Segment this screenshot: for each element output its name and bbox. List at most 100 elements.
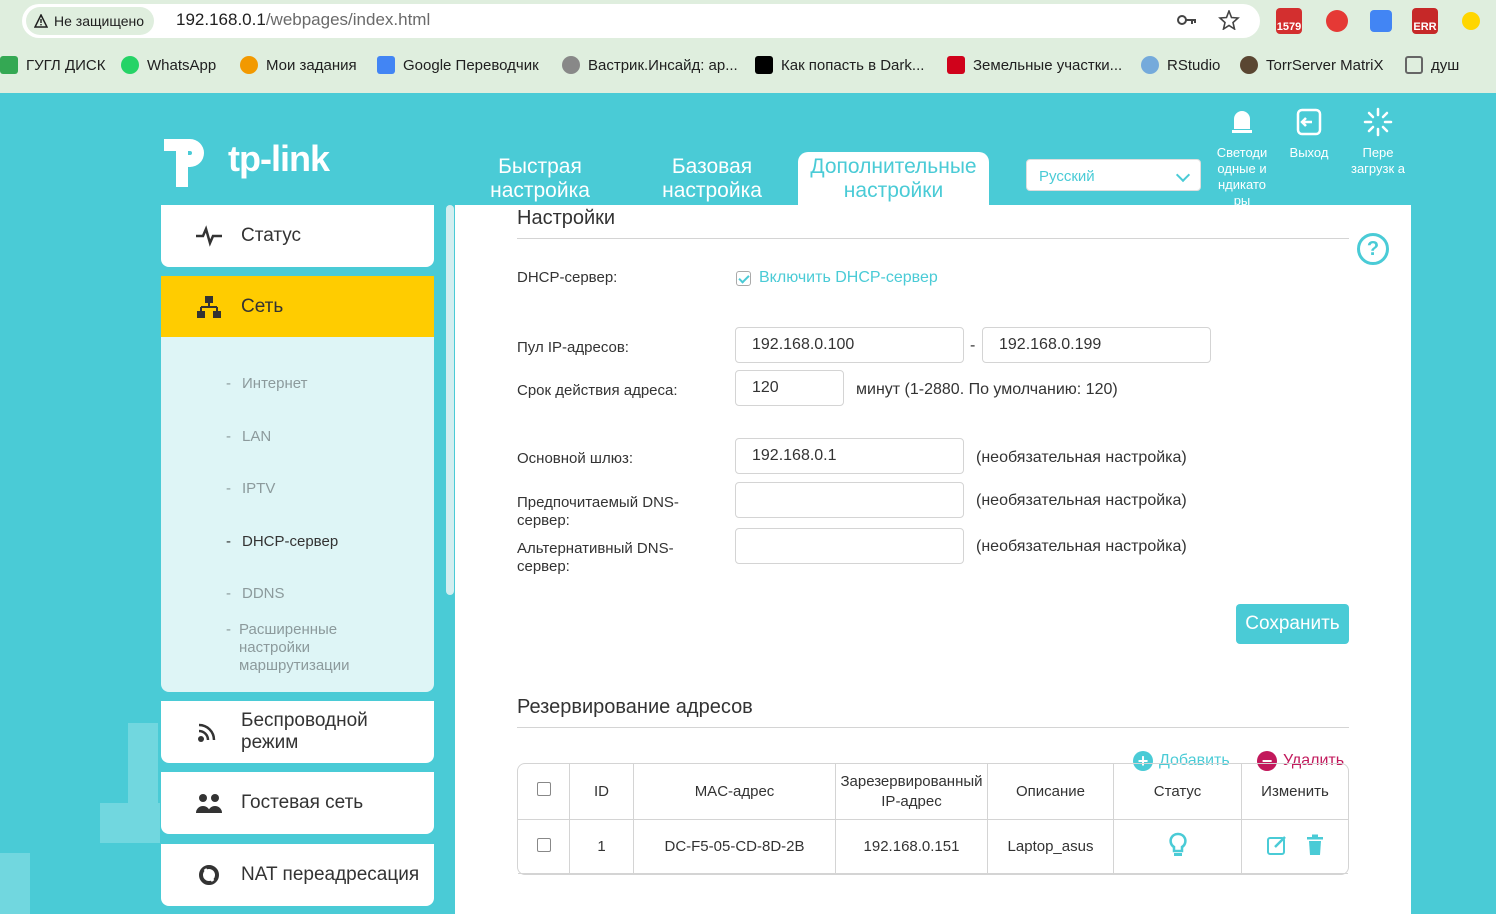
- dns2-hint: (необязательная настройка): [976, 538, 1187, 555]
- dns2-input[interactable]: [735, 528, 964, 564]
- router-page: tp-link Быстрая настройка Базовая настро…: [0, 93, 1496, 914]
- bg-decoration: [0, 853, 30, 914]
- dhcp-checkbox[interactable]: Включить DHCP-сервер: [736, 269, 938, 287]
- row-checkbox-cell[interactable]: [518, 820, 570, 874]
- security-label: Не защищено: [54, 13, 144, 29]
- lease-label: Срок действия адреса:: [517, 382, 678, 399]
- bookmark-item[interactable]: Мои задания: [240, 56, 357, 74]
- yellow-ext-icon[interactable]: [1462, 12, 1480, 30]
- bookmark-item[interactable]: RStudio: [1141, 56, 1220, 74]
- bg-decoration: [100, 803, 160, 843]
- save-button[interactable]: Сохранить: [1236, 604, 1349, 644]
- settings-title: Настройки: [517, 207, 616, 229]
- cell-edit: [1242, 820, 1348, 874]
- gateway-label: Основной шлюз:: [517, 450, 634, 467]
- sidebar-item-nat[interactable]: NAT переадресация: [161, 844, 434, 906]
- status-bulb-icon[interactable]: [1168, 832, 1188, 858]
- lease-input[interactable]: 120: [735, 370, 844, 406]
- folder-icon: [1405, 56, 1423, 74]
- table-row: 1 DC-F5-05-CD-8D-2B 192.168.0.151 Laptop…: [518, 820, 1348, 874]
- sidebar-item-internet[interactable]: - Интернет: [226, 375, 307, 393]
- browser-chrome: Не защищено 192.168.0.1/webpages/index.h…: [0, 0, 1496, 93]
- bookmark-item[interactable]: Вастрик.Инсайд: ар...: [562, 56, 738, 74]
- cell-status[interactable]: [1114, 820, 1242, 874]
- lease-hint: минут (1-2880. По умолчанию: 120): [856, 381, 1118, 398]
- dhcp-label: DHCP-сервер:: [517, 269, 618, 286]
- reservation-table: ID MAC-адрес Зарезервированный IP-адрес …: [517, 763, 1349, 875]
- reboot-button[interactable]: Пере загрузк а: [1350, 107, 1406, 177]
- logout-button[interactable]: Выход: [1284, 107, 1334, 161]
- language-select[interactable]: Русский: [1026, 159, 1201, 191]
- sidebar-item-iptv[interactable]: - IPTV: [226, 480, 275, 498]
- tab-basic[interactable]: Базовая настройка: [652, 155, 772, 205]
- tplink-logo-icon: [164, 139, 204, 187]
- col-status: Статус: [1114, 764, 1242, 820]
- pool-label: Пул IP-адресов:: [517, 339, 629, 356]
- gateway-input[interactable]: 192.168.0.1: [735, 438, 964, 474]
- help-icon[interactable]: ?: [1357, 233, 1389, 265]
- translate-ext-icon[interactable]: [1370, 10, 1392, 32]
- bookmark-item[interactable]: Google Переводчик: [377, 56, 539, 74]
- pulse-icon: [196, 225, 222, 247]
- cell-mac: DC-F5-05-CD-8D-2B: [634, 820, 836, 874]
- cell-ip: 192.168.0.151: [836, 820, 988, 874]
- bookmark-item[interactable]: TorrServer MatriX: [1240, 56, 1384, 74]
- bookmark-item[interactable]: душ: [1405, 56, 1459, 74]
- url-text[interactable]: 192.168.0.1/webpages/index.html: [176, 10, 430, 30]
- calendar-ext-icon[interactable]: 1579: [1276, 8, 1302, 34]
- url-path: /webpages/index.html: [265, 10, 431, 29]
- sidebar-item-lan[interactable]: - LAN: [226, 428, 271, 446]
- main-panel: Настройки ? DHCP-сервер: Включить DHCP-с…: [455, 205, 1411, 914]
- sidebar-item-dhcp[interactable]: - DHCP-сервер: [226, 533, 338, 551]
- star-icon[interactable]: [1218, 10, 1240, 30]
- sidebar-item-routing[interactable]: - Расширенные настройки маршрутизации: [226, 621, 376, 675]
- adblock-ext-icon[interactable]: [1326, 10, 1348, 32]
- select-all-checkbox[interactable]: [536, 781, 551, 796]
- whatsapp-icon: [121, 56, 139, 74]
- cell-id: 1: [570, 820, 634, 874]
- bulb-icon: [1232, 111, 1252, 133]
- row-checkbox[interactable]: [536, 837, 551, 852]
- divider: [517, 238, 1349, 239]
- dns1-input[interactable]: [735, 482, 964, 518]
- col-ip: Зарезервированный IP-адрес: [836, 764, 988, 820]
- ext-badge-1579: 1579: [1276, 21, 1302, 33]
- key-icon[interactable]: [1176, 10, 1198, 30]
- bookmark-item[interactable]: Земельные участки...: [947, 56, 1122, 74]
- warning-icon: [33, 13, 49, 28]
- x-icon: [755, 56, 773, 74]
- sidebar-item-ddns[interactable]: - DDNS: [226, 585, 285, 603]
- col-id: ID: [570, 764, 634, 820]
- col-mac: MAC-адрес: [634, 764, 836, 820]
- trash-icon[interactable]: [1306, 834, 1324, 856]
- wireless-icon: [198, 723, 216, 742]
- network-icon: [197, 295, 221, 318]
- bookmark-item[interactable]: WhatsApp: [121, 56, 216, 74]
- divider: [517, 727, 1349, 728]
- sidebar-item-wireless[interactable]: Беспроводной режим: [161, 701, 434, 763]
- network-submenu: - Интернет - LAN - IPTV - DHCP-сервер - DDNS …: [161, 337, 434, 692]
- pool-end-input[interactable]: 192.168.0.199: [982, 327, 1211, 363]
- sidebar-item-network[interactable]: Сеть: [161, 276, 434, 337]
- bookmarks-bar: ГУГЛ ДИСК WhatsApp Мои задания Google Пе…: [0, 50, 1496, 82]
- pool-start-input[interactable]: 192.168.0.100: [735, 327, 964, 363]
- scrollbar[interactable]: [446, 205, 454, 595]
- err-ext-icon[interactable]: ERR: [1412, 8, 1438, 34]
- edit-icon[interactable]: [1266, 834, 1288, 856]
- led-button[interactable]: Светоди одные и ндикато ры: [1212, 107, 1272, 209]
- bookmark-item[interactable]: ГУГЛ ДИСК: [0, 56, 105, 74]
- bookmark-item[interactable]: Как попасть в Dark...: [755, 56, 924, 74]
- drive-icon: [0, 56, 18, 74]
- tab-advanced[interactable]: Дополнительные настройки: [798, 152, 989, 205]
- dns2-label: Альтернативный DNS-сервер:: [517, 540, 674, 575]
- cell-desc: Laptop_asus: [988, 820, 1114, 874]
- checkbox-icon: [736, 270, 751, 286]
- sidebar-item-guest[interactable]: Гостевая сеть: [161, 772, 434, 834]
- select-all-cell[interactable]: [518, 764, 570, 820]
- security-chip[interactable]: Не защищено: [26, 7, 154, 35]
- tab-quick-setup[interactable]: Быстрая настройка: [480, 155, 600, 205]
- rstudio-icon: [1141, 56, 1159, 74]
- sidebar-item-status[interactable]: Статус: [161, 205, 434, 267]
- ext-badge-err: ERR: [1413, 21, 1437, 33]
- gateway-hint: (необязательная настройка): [976, 449, 1187, 466]
